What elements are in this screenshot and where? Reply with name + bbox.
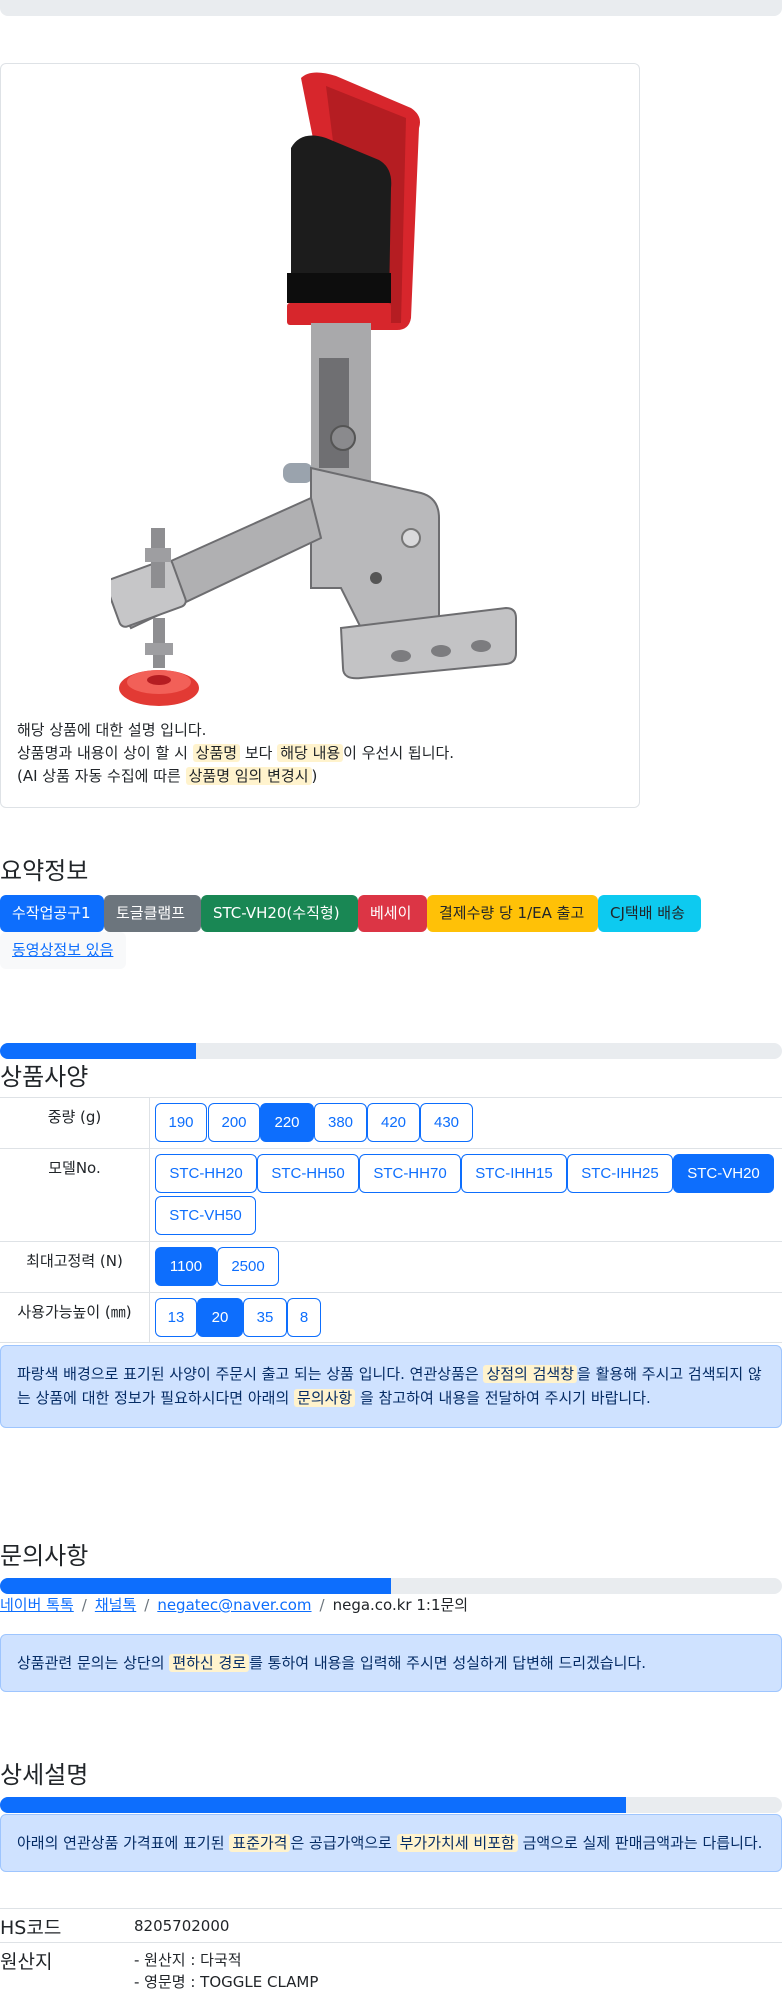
highlight: 표준가격 bbox=[229, 1834, 291, 1852]
highlight: 부가가치세 비포함 bbox=[396, 1834, 518, 1852]
badge-category: 수작업공구1 bbox=[0, 895, 104, 932]
inquiry-progress bbox=[0, 1578, 782, 1594]
channel-talk-link[interactable]: 채널톡 bbox=[95, 1596, 136, 1614]
spec-option[interactable]: STC-VH50 bbox=[155, 1196, 256, 1235]
highlight: 상품명 임의 변경시 bbox=[185, 767, 312, 785]
specs-progress bbox=[0, 1043, 782, 1059]
spec-option[interactable]: 8 bbox=[287, 1298, 321, 1337]
info-value: 8205702000 bbox=[134, 1917, 230, 1935]
highlight: 편하신 경로 bbox=[169, 1654, 250, 1672]
inquiry-notice: 상품관련 문의는 상단의 편하신 경로 를 통하여 내용을 입력해 주시면 성실하… bbox=[0, 1634, 782, 1692]
badge-quantity: 결제수량 당 1/EA 출고 bbox=[427, 895, 598, 932]
spec-option-selected[interactable]: 220 bbox=[260, 1103, 314, 1142]
spec-row-weight: 중량 (g) 190 200 220 380 420 430 bbox=[0, 1097, 782, 1148]
description-line: 상품명과 내용이 상이 할 시 상품명 보다 해당 내용 이 우선시 됩니다. bbox=[17, 744, 455, 762]
detail-progress bbox=[0, 1797, 782, 1813]
spec-option[interactable]: 430 bbox=[420, 1103, 473, 1142]
detail-progress-fill bbox=[0, 1797, 626, 1813]
badge-model: STC-VH20(수직형) bbox=[201, 895, 358, 932]
info-key: HS코드 bbox=[0, 1917, 62, 1939]
specs-title: 상품사양 bbox=[0, 1063, 89, 1091]
spec-option[interactable]: 200 bbox=[208, 1103, 260, 1142]
info-row-hscode: HS코드 8205702000 bbox=[0, 1908, 782, 1942]
badge-brand: 베세이 bbox=[358, 895, 427, 932]
spec-option[interactable]: STC-HH20 bbox=[155, 1154, 257, 1193]
spec-label: 중량 (g) bbox=[0, 1098, 150, 1148]
spec-option[interactable]: STC-IHH15 bbox=[461, 1154, 567, 1193]
product-description: 해당 상품에 대한 설명 입니다. 상품명과 내용이 상이 할 시 상품명 보다… bbox=[17, 719, 454, 788]
inquiry-title: 문의사항 bbox=[0, 1542, 89, 1570]
description-line: (AI 상품 자동 수집에 따른 상품명 임의 변경시) bbox=[17, 767, 318, 785]
top-progress-bar bbox=[0, 0, 782, 16]
detail-notice: 아래의 연관상품 가격표에 표기된 표준가격 은 공급가액으로 부가가치세 비포함… bbox=[0, 1814, 782, 1872]
email-link[interactable]: negatec@naver.com bbox=[157, 1596, 311, 1614]
contact-breadcrumb: 네이버 톡톡 / 채널톡 / negatec@naver.com / nega.co.kr … bbox=[0, 1596, 469, 1614]
spec-label: 최대고정력 (N) bbox=[0, 1242, 150, 1292]
product-card: 해당 상품에 대한 설명 입니다. 상품명과 내용이 상이 할 시 상품명 보다… bbox=[0, 63, 640, 808]
origin-line: - 영문명 : TOGGLE CLAMP bbox=[134, 1973, 319, 1990]
spec-option[interactable]: 35 bbox=[243, 1298, 287, 1337]
info-key: 원산지 bbox=[0, 1951, 53, 1973]
highlight: 상품명 bbox=[192, 744, 241, 762]
spec-row-force: 최대고정력 (N) 1100 2500 bbox=[0, 1241, 782, 1292]
product-image bbox=[111, 72, 517, 706]
inquiry-progress-fill bbox=[0, 1578, 391, 1594]
spec-option-selected[interactable]: 20 bbox=[197, 1298, 243, 1337]
badge-shipping: CJ택배 배송 bbox=[598, 895, 701, 932]
spec-option[interactable]: 190 bbox=[155, 1103, 207, 1142]
spec-option[interactable]: STC-HH50 bbox=[257, 1154, 359, 1193]
highlight: 문의사항 bbox=[294, 1389, 356, 1407]
badge-video-link[interactable]: 동영상정보 있음 bbox=[0, 932, 126, 969]
info-row-origin: 원산지 - 원산지 : 다국적 - 영문명 : TOGGLE CLAMP bbox=[0, 1942, 782, 1990]
spec-label: 사용가능높이 (㎜) bbox=[0, 1293, 150, 1342]
badge-subcategory: 토글클램프 bbox=[104, 895, 201, 932]
description-line: 해당 상품에 대한 설명 입니다. bbox=[17, 721, 207, 739]
spec-option[interactable]: 420 bbox=[367, 1103, 420, 1142]
specs-notice: 파랑색 배경으로 표기된 사양이 주문시 출고 되는 상품 입니다. 연관상품은… bbox=[0, 1345, 782, 1428]
detail-title: 상세설명 bbox=[0, 1761, 89, 1789]
origin-line: - 원산지 : 다국적 bbox=[134, 1951, 242, 1969]
spec-row-height: 사용가능높이 (㎜) 13 20 35 8 bbox=[0, 1292, 782, 1343]
spec-option-selected[interactable]: 1100 bbox=[155, 1247, 217, 1286]
naver-talk-link[interactable]: 네이버 톡톡 bbox=[0, 1596, 74, 1614]
summary-title: 요약정보 bbox=[0, 857, 89, 885]
spec-option[interactable]: 13 bbox=[155, 1298, 197, 1337]
site-inquiry: nega.co.kr 1:1문의 bbox=[332, 1596, 469, 1614]
spec-option[interactable]: STC-IHH25 bbox=[567, 1154, 673, 1193]
spec-row-model: 모델No. STC-HH20 STC-HH50 STC-HH70 STC-IHH… bbox=[0, 1148, 782, 1241]
spec-option[interactable]: 380 bbox=[314, 1103, 367, 1142]
spec-option-selected[interactable]: STC-VH20 bbox=[673, 1154, 774, 1193]
info-value: - 원산지 : 다국적 - 영문명 : TOGGLE CLAMP bbox=[134, 1949, 318, 1990]
highlight: 상점의 검색창 bbox=[483, 1365, 578, 1383]
spec-label: 모델No. bbox=[0, 1149, 150, 1241]
spec-option[interactable]: 2500 bbox=[217, 1247, 279, 1286]
highlight: 해당 내용 bbox=[277, 744, 344, 762]
spec-option[interactable]: STC-HH70 bbox=[359, 1154, 461, 1193]
